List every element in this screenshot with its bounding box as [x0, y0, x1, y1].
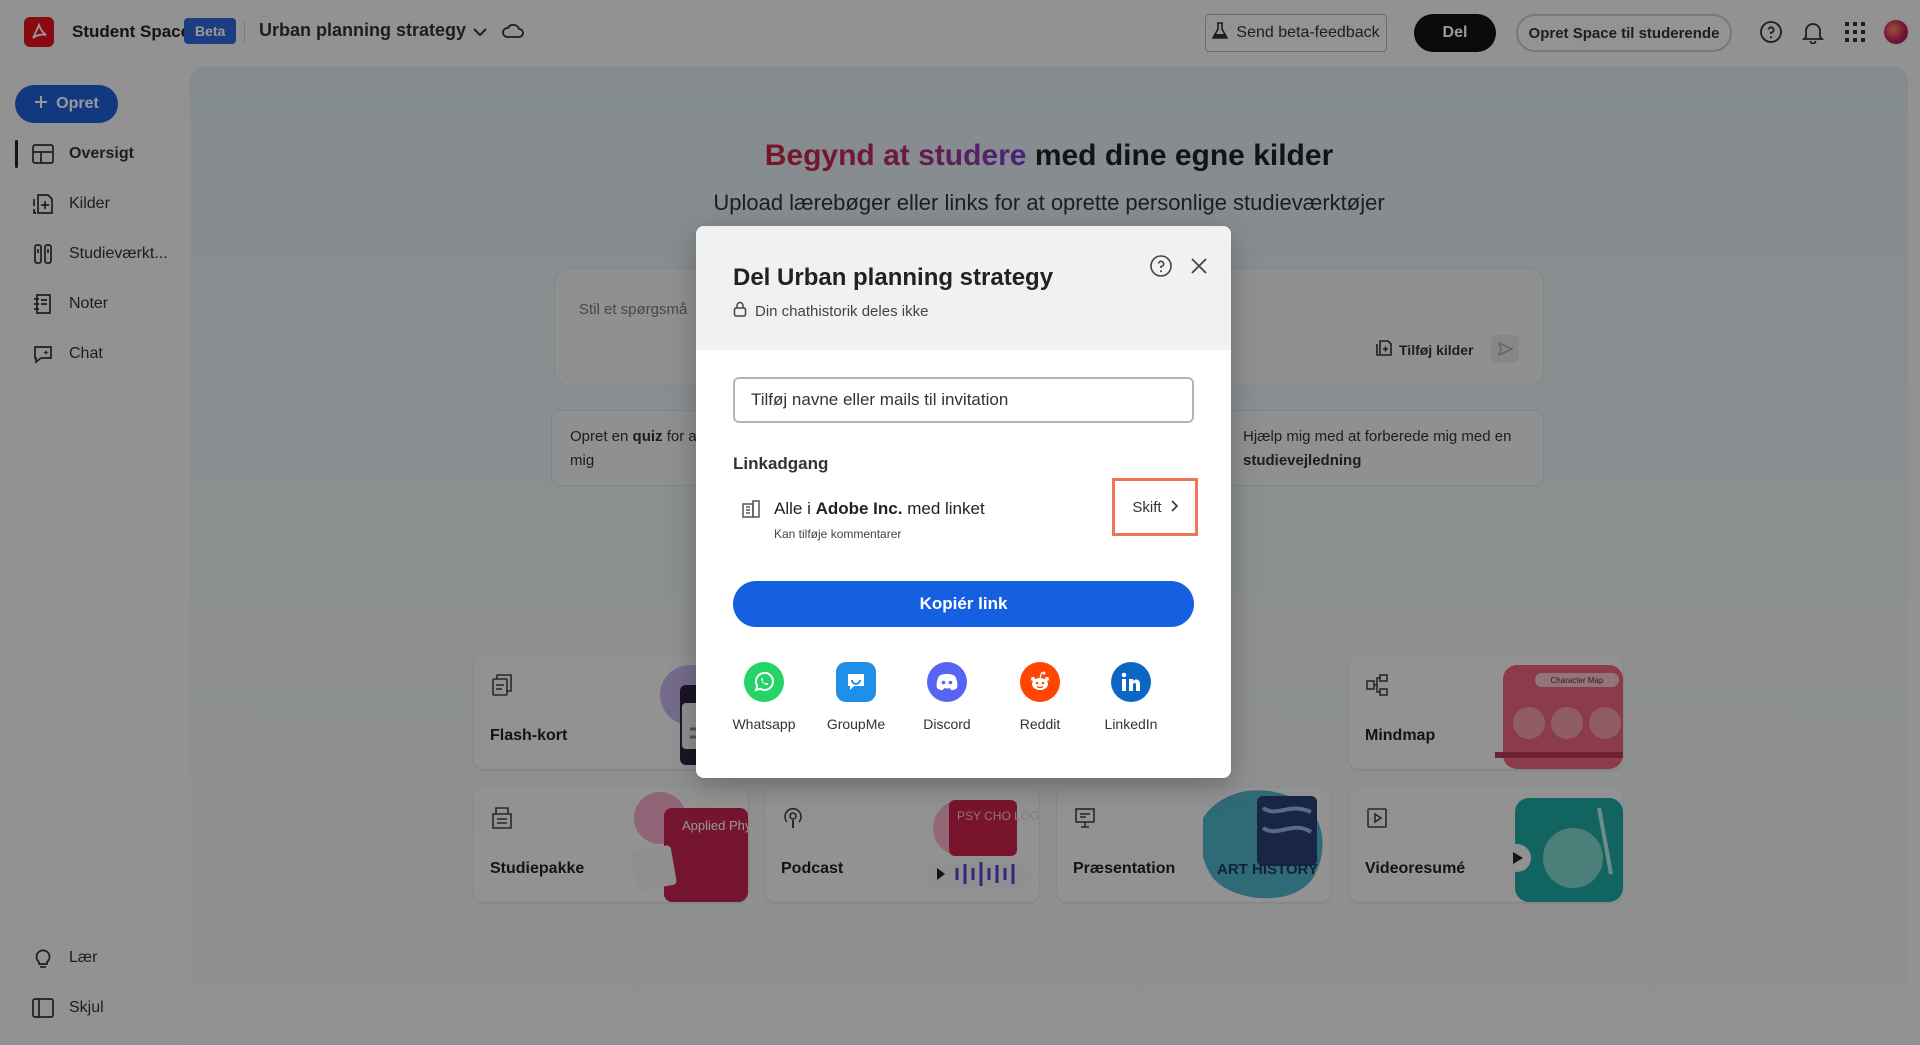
change-access-label: Skift: [1132, 498, 1162, 516]
link-access-label: Linkadgang: [733, 454, 829, 473]
share-reddit[interactable]: Reddit: [1000, 662, 1080, 732]
linkedin-icon: [1111, 662, 1151, 702]
share-target-label: Reddit: [1019, 716, 1061, 732]
help-icon[interactable]: [1149, 254, 1173, 278]
reddit-icon: [1020, 662, 1060, 702]
copy-link-button[interactable]: Kopiér link: [733, 581, 1194, 627]
whatsapp-icon: [744, 662, 784, 702]
change-access-button[interactable]: Skift: [1112, 478, 1198, 536]
access-organization: Adobe Inc.: [815, 499, 903, 518]
access-prefix: Alle i: [774, 499, 816, 518]
share-discord[interactable]: Discord: [907, 662, 987, 732]
privacy-note-text: Din chathistorik deles ikke: [755, 302, 929, 320]
discord-icon: [927, 662, 967, 702]
share-dialog-title: Del Urban planning strategy: [733, 264, 1054, 291]
share-dialog: Del Urban planning strategy Din chathist…: [696, 226, 1231, 778]
share-target-label: GroupMe: [826, 716, 886, 732]
share-groupme[interactable]: GroupMe: [816, 662, 896, 732]
share-target-label: Discord: [923, 716, 971, 732]
invite-input[interactable]: [733, 377, 1194, 423]
link-access-scope: Alle i Adobe Inc. med linket: [774, 499, 985, 519]
share-dialog-header: Del Urban planning strategy Din chathist…: [696, 226, 1231, 350]
share-linkedin[interactable]: LinkedIn: [1091, 662, 1171, 732]
chevron-right-icon: [1170, 499, 1178, 516]
share-target-label: LinkedIn: [1104, 716, 1158, 732]
close-icon[interactable]: [1187, 254, 1211, 278]
share-whatsapp[interactable]: Whatsapp: [724, 662, 804, 732]
lock-icon: [733, 301, 747, 321]
access-suffix: med linket: [902, 499, 985, 518]
organization-icon: [741, 499, 761, 519]
share-target-label: Whatsapp: [732, 716, 796, 732]
link-access-permission: Kan tilføje kommentarer: [774, 527, 902, 541]
privacy-note: Din chathistorik deles ikke: [733, 301, 928, 321]
groupme-icon: [836, 662, 876, 702]
